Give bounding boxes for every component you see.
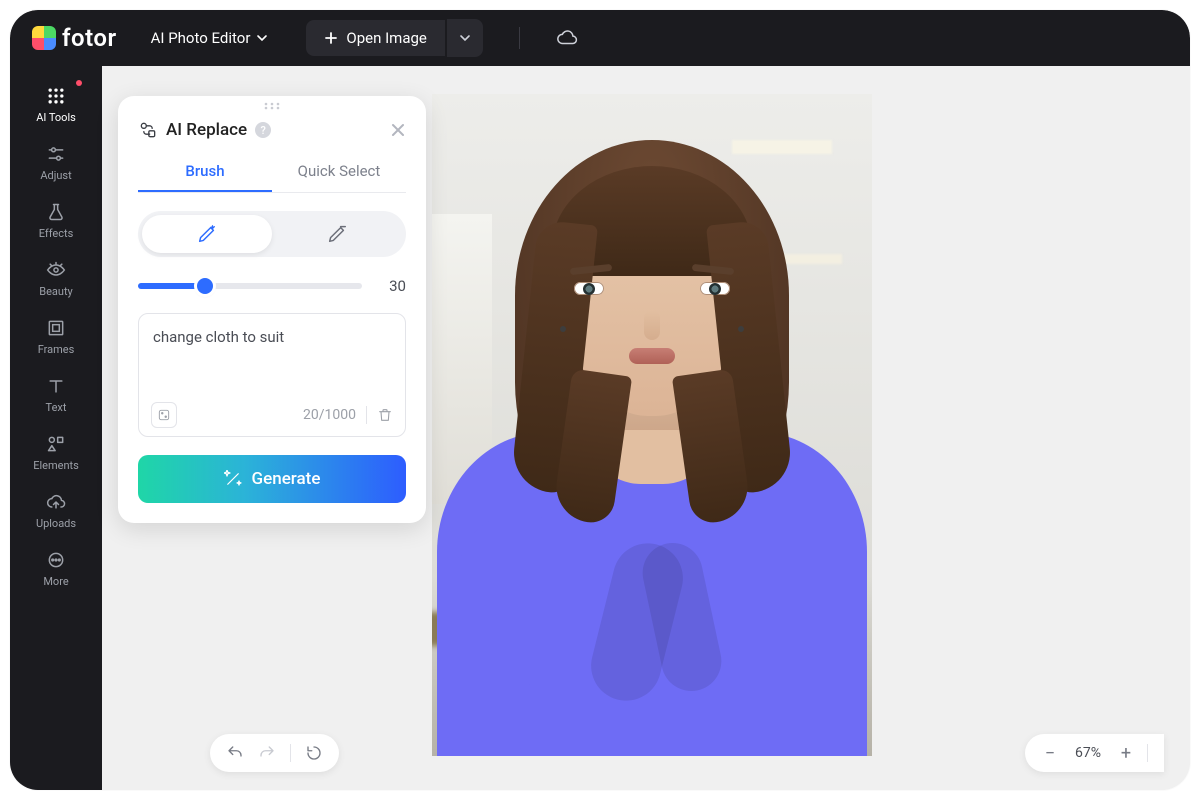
prompt-input[interactable] <box>151 326 393 398</box>
clear-prompt-button[interactable] <box>377 407 393 423</box>
sidebar-item-label: More <box>43 575 68 588</box>
tab-label: Brush <box>185 162 224 180</box>
frame-icon <box>45 317 67 339</box>
upload-cloud-icon <box>45 491 67 513</box>
dice-icon <box>157 408 171 422</box>
panel-header: AI Replace ? <box>118 116 426 152</box>
magic-wand-icon <box>224 470 242 488</box>
slider-thumb[interactable] <box>197 278 213 294</box>
reset-button[interactable] <box>305 744 323 762</box>
brush-size-value: 30 <box>378 277 406 295</box>
zoom-out-button[interactable]: − <box>1041 743 1059 764</box>
sidebar-item-ai-tools[interactable]: AI Tools <box>20 76 92 132</box>
left-sidebar: AI Tools Adjust Effects Beauty Frames <box>10 66 102 790</box>
close-icon <box>390 122 406 138</box>
sidebar-item-uploads[interactable]: Uploads <box>20 482 92 538</box>
more-icon <box>45 549 67 571</box>
undo-icon <box>226 744 244 762</box>
sliders-icon <box>45 143 67 165</box>
prompt-box: 20/1000 <box>138 313 406 437</box>
sidebar-item-label: Frames <box>38 343 75 356</box>
image-canvas[interactable] <box>432 94 872 756</box>
generate-label: Generate <box>252 469 321 489</box>
badge-dot <box>76 80 82 86</box>
open-image-caret[interactable] <box>447 19 483 57</box>
history-bar <box>210 734 339 772</box>
zoom-value: 67% <box>1071 745 1105 761</box>
char-count: 20/1000 <box>303 407 356 423</box>
editor-mode-dropdown[interactable]: AI Photo Editor <box>151 29 269 47</box>
brush-erase-icon <box>326 223 348 245</box>
brush-size-slider-row: 30 <box>138 277 406 295</box>
slider-fill <box>138 283 205 289</box>
sidebar-item-frames[interactable]: Frames <box>20 308 92 364</box>
shapes-icon <box>45 433 67 455</box>
prompt-footer: 20/1000 <box>151 402 393 428</box>
sidebar-item-adjust[interactable]: Adjust <box>20 134 92 190</box>
help-icon[interactable]: ? <box>255 122 271 138</box>
generate-button[interactable]: Generate <box>138 455 406 503</box>
divider <box>1147 744 1148 762</box>
sidebar-item-text[interactable]: Text <box>20 366 92 422</box>
sidebar-item-label: AI Tools <box>36 111 76 124</box>
logo-icon <box>32 26 56 50</box>
brush-size-slider[interactable] <box>138 283 362 289</box>
brush-erase-button[interactable] <box>272 215 402 253</box>
brush-add-icon <box>196 223 218 245</box>
flask-icon <box>45 201 67 223</box>
app-logo[interactable]: fotor <box>32 24 117 52</box>
eye-icon <box>45 259 67 281</box>
photo-subject <box>442 112 862 756</box>
plus-icon <box>324 31 338 45</box>
app-name: fotor <box>62 24 117 52</box>
chevron-down-icon <box>459 32 471 44</box>
tab-brush[interactable]: Brush <box>138 152 272 192</box>
drag-handle[interactable] <box>118 96 426 116</box>
redo-icon <box>258 744 276 762</box>
brush-mode-toggle <box>138 211 406 257</box>
top-actions: Open Image <box>306 19 482 57</box>
tab-label: Quick Select <box>298 162 381 180</box>
tab-quick-select[interactable]: Quick Select <box>272 152 406 192</box>
grip-icon <box>263 101 281 111</box>
sidebar-item-label: Uploads <box>36 517 76 530</box>
sidebar-item-elements[interactable]: Elements <box>20 424 92 480</box>
top-bar: fotor AI Photo Editor Open Image <box>10 10 1190 66</box>
sidebar-item-label: Elements <box>33 459 79 472</box>
zoom-in-button[interactable]: + <box>1117 743 1135 764</box>
app-frame: fotor AI Photo Editor Open Image <box>10 10 1190 790</box>
cloud-icon <box>556 27 578 49</box>
sidebar-item-label: Text <box>46 401 67 414</box>
panel-title-text: AI Replace <box>166 120 247 140</box>
redo-button[interactable] <box>258 744 276 762</box>
sidebar-item-beauty[interactable]: Beauty <box>20 250 92 306</box>
chevron-down-icon <box>256 32 268 44</box>
ai-replace-icon <box>138 120 158 140</box>
editor-mode-label: AI Photo Editor <box>151 29 251 47</box>
reset-icon <box>305 744 323 762</box>
close-panel-button[interactable] <box>390 122 406 138</box>
divider <box>366 406 367 424</box>
zoom-bar: − 67% + <box>1025 734 1164 772</box>
divider <box>519 27 520 49</box>
open-image-button[interactable]: Open Image <box>306 20 444 56</box>
grid-icon <box>45 85 67 107</box>
undo-button[interactable] <box>226 744 244 762</box>
trash-icon <box>377 407 393 423</box>
ai-replace-panel: AI Replace ? Brush Quick Select 30 <box>118 96 426 523</box>
panel-tabs: Brush Quick Select <box>138 152 406 193</box>
sidebar-item-effects[interactable]: Effects <box>20 192 92 248</box>
sidebar-item-label: Beauty <box>39 285 73 298</box>
text-icon <box>45 375 67 397</box>
sidebar-item-more[interactable]: More <box>20 540 92 596</box>
random-prompt-button[interactable] <box>151 402 177 428</box>
sidebar-item-label: Adjust <box>40 169 71 182</box>
open-image-label: Open Image <box>346 29 426 47</box>
cloud-sync-button[interactable] <box>556 27 578 49</box>
sidebar-item-label: Effects <box>39 227 74 240</box>
divider <box>290 744 291 762</box>
brush-add-button[interactable] <box>142 215 272 253</box>
